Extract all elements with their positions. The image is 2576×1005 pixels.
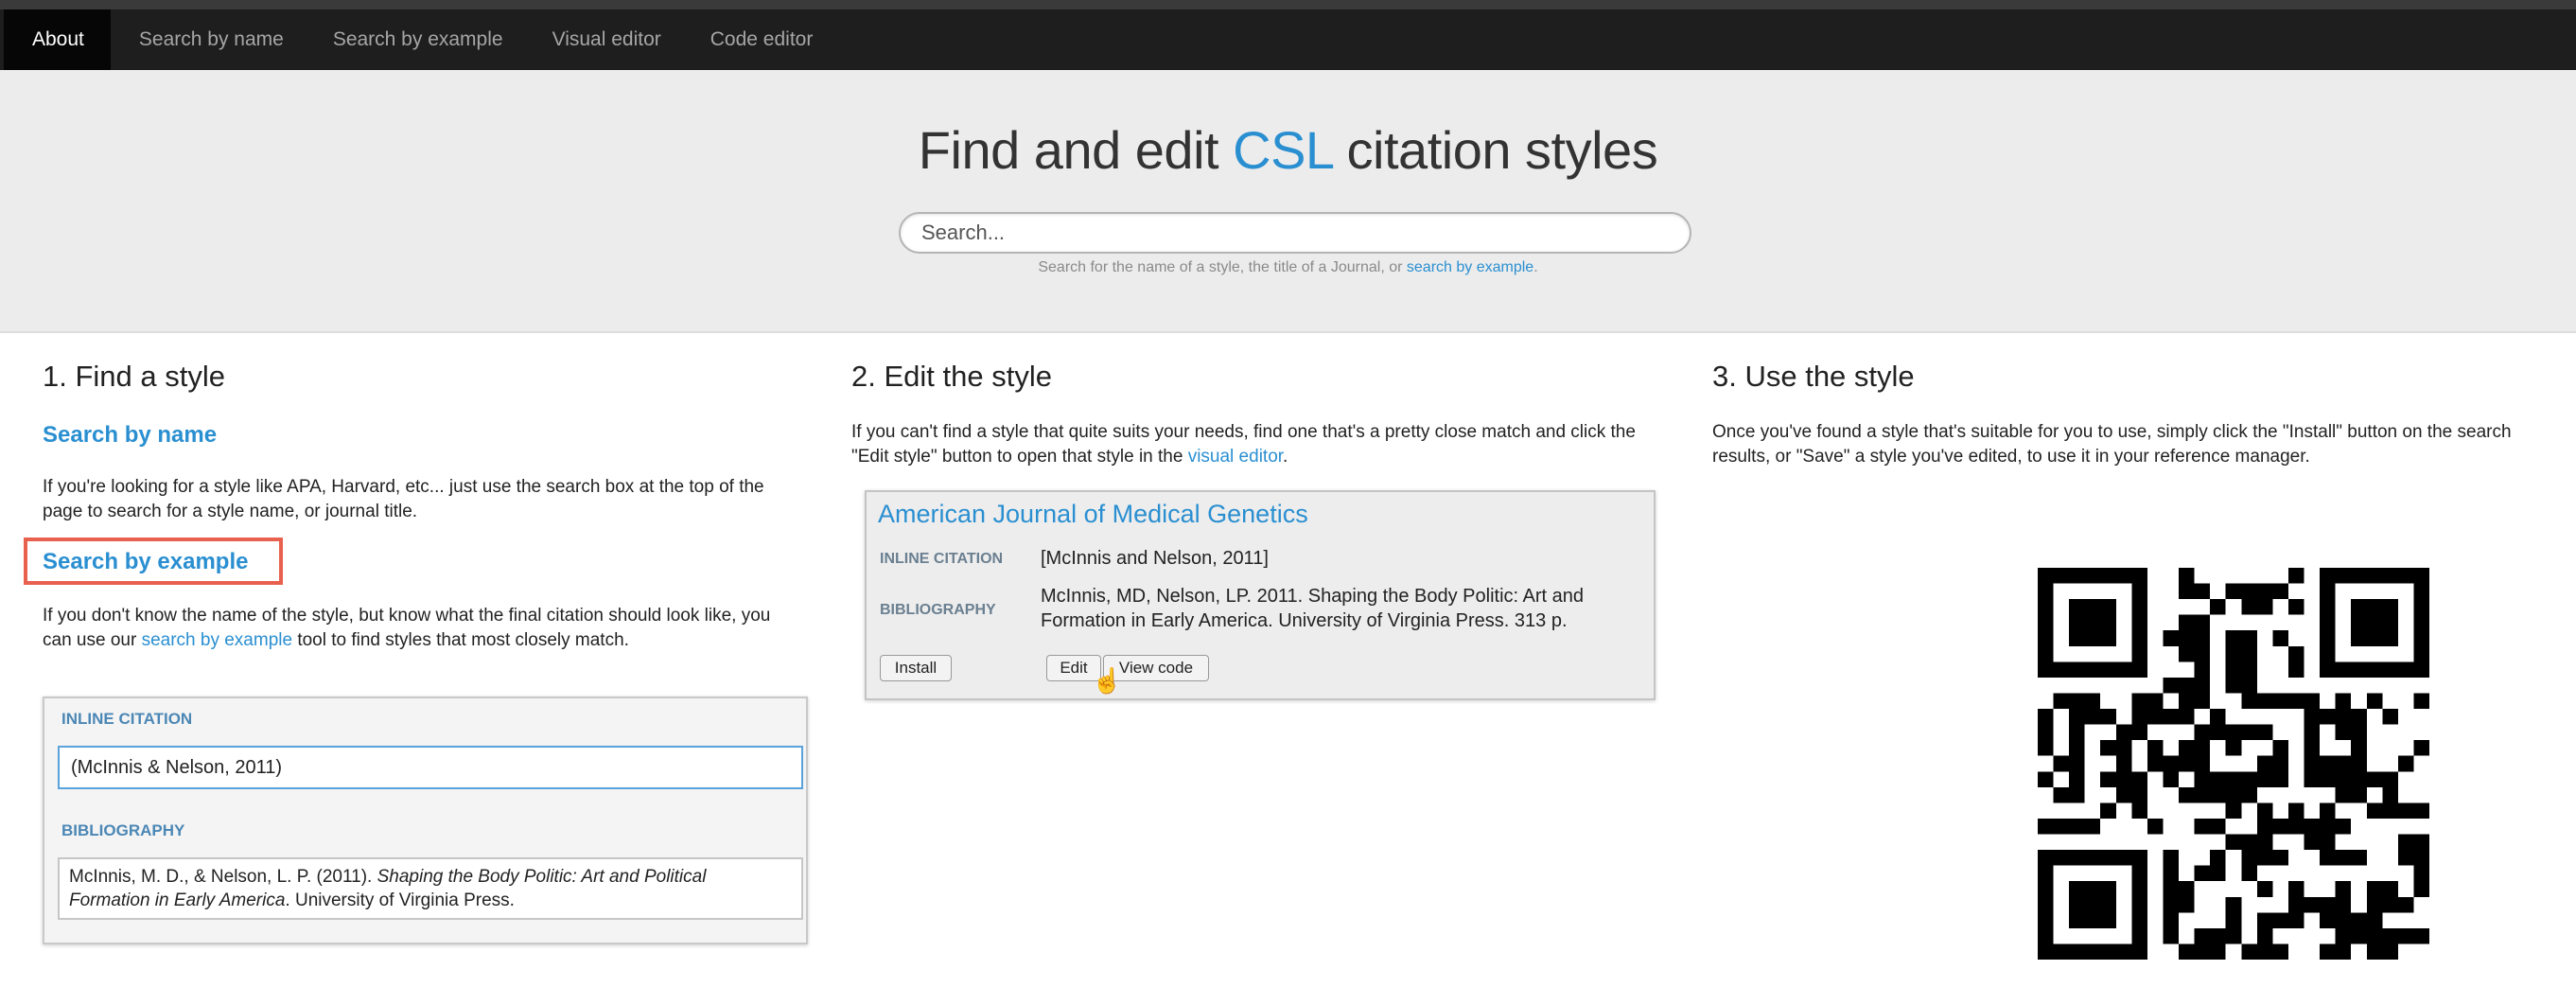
install-button[interactable]: Install — [880, 655, 952, 681]
use-style-heading: 3. Use the style — [1712, 360, 1915, 393]
top-navbar: About Search by name Search by example V… — [0, 9, 2576, 70]
card-bibliography-line-2: Formation in Early America. University o… — [1041, 610, 1568, 631]
page-title: Find and edit CSL citation styles — [0, 119, 2576, 181]
search-by-example-panel: INLINE CITATION (McInnis & Nelson, 2011)… — [43, 696, 808, 944]
visual-editor-link[interactable]: visual editor — [1188, 447, 1283, 467]
card-bibliography-label: BIBLIOGRAPHY — [880, 602, 996, 618]
hint-search-by-example-link[interactable]: search by example — [1407, 259, 1533, 275]
nav-code-editor[interactable]: Code editor — [686, 9, 838, 70]
card-inline-citation-label: INLINE CITATION — [880, 551, 1004, 567]
card-bibliography-line-1: McInnis, MD, Nelson, LP. 2011. Shaping t… — [1041, 586, 1585, 607]
search-by-example-link[interactable]: Search by example — [43, 549, 248, 575]
nav-about[interactable]: About — [4, 9, 111, 70]
edit-style-text: If you can't find a style that quite sui… — [851, 420, 1665, 469]
bib-authors: McInnis, M. D., & Nelson, L. P. (2011). — [69, 867, 377, 887]
search-by-example-text: If you don't know the name of the style,… — [43, 604, 799, 653]
use-style-text: Once you've found a style that's suitabl… — [1712, 422, 2512, 467]
edit-text-end: . — [1283, 447, 1288, 467]
hint-end: . — [1533, 259, 1538, 275]
qr-code-icon — [2038, 568, 2429, 960]
bibliography-field[interactable]: McInnis, M. D., & Nelson, L. P. (2011). … — [58, 857, 803, 920]
title-accent-csl: CSL — [1233, 120, 1333, 180]
example-text-end: tool to find styles that most closely ma… — [292, 630, 629, 650]
mouse-pointer-icon: ☝ — [1092, 666, 1123, 695]
inline-citation-label: INLINE CITATION — [61, 710, 193, 728]
edit-style-heading: 2. Edit the style — [851, 360, 1052, 393]
inline-citation-field[interactable]: (McInnis & Nelson, 2011) — [58, 746, 803, 789]
card-inline-citation-value: [McInnis and Nelson, 2011] — [1041, 548, 1269, 569]
search-hint: Search for the name of a style, the titl… — [0, 259, 2576, 276]
search-by-name-link[interactable]: Search by name — [43, 422, 217, 449]
find-style-heading: 1. Find a style — [43, 360, 225, 393]
hint-text: Search for the name of a style, the titl… — [1038, 259, 1407, 275]
nav-search-by-name[interactable]: Search by name — [114, 9, 308, 70]
nav-visual-editor[interactable]: Visual editor — [528, 9, 686, 70]
search-by-example-inline-link[interactable]: search by example — [142, 630, 292, 650]
bibliography-label: BIBLIOGRAPHY — [61, 821, 185, 839]
style-title-link[interactable]: American Journal of Medical Genetics — [878, 500, 1308, 529]
bib-publisher: . University of Virginia Press. — [285, 890, 515, 910]
window-top-strip — [0, 0, 2576, 9]
hero-section: Find and edit CSL citation styles Search… — [0, 70, 2576, 333]
nav-search-by-example[interactable]: Search by example — [308, 9, 528, 70]
search-by-name-text: If you're looking for a style like APA, … — [43, 477, 764, 521]
style-result-card: American Journal of Medical Genetics INL… — [865, 490, 1656, 700]
search-box — [899, 212, 1691, 254]
title-prefix: Find and edit — [918, 120, 1234, 180]
find-style-column: 1. Find a style Search by name If you're… — [24, 360, 799, 650]
title-suffix: citation styles — [1332, 120, 1658, 180]
search-input[interactable] — [920, 214, 1671, 252]
